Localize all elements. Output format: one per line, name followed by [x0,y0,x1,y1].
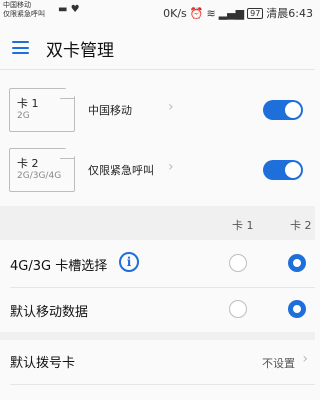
sim-row-card2[interactable]: 卡 2 2G/3G/4G 仅限紧急呼叫 › [0,146,315,196]
heart-icon: ♥ [70,4,80,15]
section-header [0,206,315,240]
option-label: 4G/3G 卡槽选择 [10,259,108,274]
info-icon[interactable]: i [119,252,139,272]
signal-icon: ▂▄▆ [218,6,245,20]
clock: 清晨6:43 [266,7,313,20]
chevron-right-icon[interactable]: › [168,159,174,175]
sim-name: 卡 1 [17,97,39,110]
status-carrier: 中国移动 仅限紧急呼叫 [3,1,45,19]
divider [10,384,315,385]
briefcase-icon: ▬ [58,4,68,15]
data-radio-card1[interactable] [229,300,247,318]
sim1-enable-toggle[interactable] [263,100,303,120]
chevron-right-icon: › [302,351,308,367]
divider [10,287,315,288]
chevron-right-icon[interactable]: › [168,99,174,115]
wifi-icon: ≋ [206,6,216,20]
status-bar: 中国移动 仅限紧急呼叫 ▬ ♥ 0K/s ⏰ ≋ ▂▄▆ 97 清晨6:43 [0,0,315,24]
dial-value: 不设置 [262,357,295,370]
sim-carrier: 仅限紧急呼叫 [88,164,154,177]
page-title: 双卡管理 [46,41,114,61]
option-label: 默认移动数据 [10,305,89,320]
sim-name: 卡 2 [17,157,39,170]
battery-icon: 97 [247,7,264,19]
sim-card-icon: 卡 2 2G/3G/4G [9,148,75,192]
section-gap [0,332,315,340]
sim-network: 2G/3G/4G [17,171,62,181]
data-radio-card2[interactable] [288,300,306,318]
slot-radio-card1[interactable] [229,254,247,272]
menu-icon[interactable] [12,41,29,54]
slot-radio-card2[interactable] [288,254,306,272]
carrier-line-2: 仅限紧急呼叫 [3,10,45,18]
status-right: 0K/s ⏰ ≋ ▂▄▆ 97 清晨6:43 [163,5,313,21]
default-data-row: 默认移动数据 [0,290,315,330]
alarm-icon: ⏰ [189,6,204,20]
sim2-enable-toggle[interactable] [263,160,303,180]
app-bar: 双卡管理 [0,24,315,70]
column-header-card2: 卡 2 [290,219,312,232]
carrier-line-1: 中国移动 [3,1,31,9]
sim-carrier: 中国移动 [88,104,132,117]
dial-label: 默认拨号卡 [10,356,76,371]
default-dial-row[interactable]: 默认拨号卡 不设置 › [0,340,315,384]
sim-row-card1[interactable]: 卡 1 2G 中国移动 › [0,86,315,136]
column-header-card1: 卡 1 [232,219,254,232]
network-speed: 0K/s [163,6,187,20]
sim-card-icon: 卡 1 2G [9,88,75,132]
slot-selection-row: 4G/3G 卡槽选择 i [0,244,315,284]
sim-network: 2G [17,111,30,121]
